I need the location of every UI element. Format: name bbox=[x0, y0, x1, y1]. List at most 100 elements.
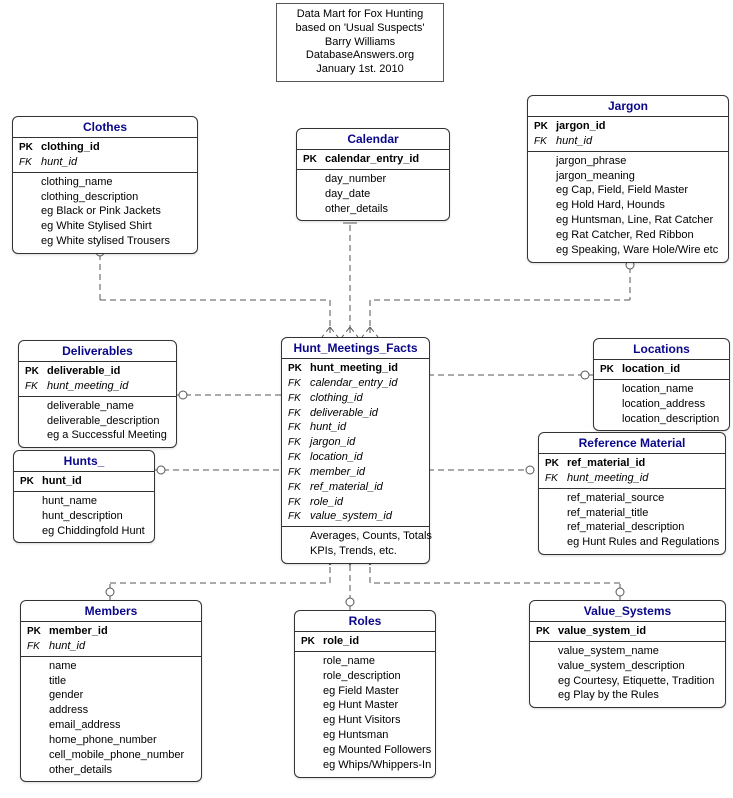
entity-body: PKcalendar_entry_idday_numberday_dateoth… bbox=[297, 150, 449, 220]
entity-body: PKlocation_id location_namelocation_addre… bbox=[594, 360, 729, 430]
field-row: eg White Stylised Shirt bbox=[13, 219, 197, 234]
field-name: eg Field Master bbox=[323, 684, 429, 699]
key-marker: FK bbox=[288, 510, 310, 524]
field-row: home_phone_number bbox=[21, 733, 201, 748]
field-name: jargon_phrase bbox=[556, 154, 722, 169]
entity-body: PKhunt_id hunt_namehunt_descriptioneg Chi… bbox=[14, 472, 154, 542]
field-row: PKhunt_meeting_id bbox=[282, 361, 429, 376]
field-row: day_date bbox=[297, 187, 449, 202]
field-row: FKref_material_id bbox=[282, 480, 429, 495]
field-row: PKhunt_id bbox=[14, 474, 154, 489]
field-name: ref_material_description bbox=[567, 520, 719, 535]
entity-refmat: Reference Material PKref_material_idFKhu… bbox=[538, 432, 726, 555]
field-row: Averages, Counts, Totals bbox=[282, 529, 429, 544]
field-row: clothing_name bbox=[13, 175, 197, 190]
field-row: FKrole_id bbox=[282, 495, 429, 510]
field-name: role_id bbox=[310, 495, 423, 510]
entity-title: Value_Systems bbox=[530, 601, 725, 622]
field-name: name bbox=[49, 659, 195, 674]
field-row: ref_material_title bbox=[539, 506, 725, 521]
field-row: jargon_phrase bbox=[528, 154, 728, 169]
field-row: eg Speaking, Ware Hole/Wire etc bbox=[528, 243, 728, 258]
field-name: address bbox=[49, 703, 195, 718]
field-row: day_number bbox=[297, 172, 449, 187]
field-name: day_date bbox=[325, 187, 443, 202]
field-name: hunt_description bbox=[42, 509, 148, 524]
field-row: eg Whips/Whippers-In bbox=[295, 758, 435, 773]
field-name: email_address bbox=[49, 718, 195, 733]
field-name: hunt_meeting_id bbox=[310, 361, 423, 376]
key-marker: PK bbox=[25, 365, 47, 379]
title-line: based on 'Usual Suspects' bbox=[285, 22, 435, 36]
key-marker: PK bbox=[20, 475, 42, 489]
entity-title: Members bbox=[21, 601, 201, 622]
field-name: eg Courtesy, Etiquette, Tradition bbox=[558, 674, 719, 689]
field-row: eg Chiddingfold Hunt bbox=[14, 524, 154, 539]
field-row: role_name bbox=[295, 654, 435, 669]
field-row: eg Field Master bbox=[295, 684, 435, 699]
key-marker: FK bbox=[19, 156, 41, 170]
field-name: calendar_entry_id bbox=[325, 152, 443, 167]
field-name: value_system_description bbox=[558, 659, 719, 674]
key-marker: PK bbox=[536, 625, 558, 639]
key-marker: FK bbox=[25, 380, 47, 394]
field-row: eg Mounted Followers bbox=[295, 743, 435, 758]
field-name: location_name bbox=[622, 382, 723, 397]
field-row: eg Courtesy, Etiquette, Tradition bbox=[530, 674, 725, 689]
field-name: deliverable_id bbox=[310, 406, 423, 421]
key-marker: PK bbox=[288, 362, 310, 376]
field-row: FKcalendar_entry_id bbox=[282, 376, 429, 391]
field-row: gender bbox=[21, 688, 201, 703]
entity-deliverables: Deliverables PKdeliverable_idFKhunt_meet… bbox=[18, 340, 177, 448]
entity-body: PKjargon_idFKhunt_idjargon_phrasejargon_… bbox=[528, 117, 728, 262]
entity-title: Calendar bbox=[297, 129, 449, 150]
field-name: eg Hold Hard, Hounds bbox=[556, 198, 722, 213]
field-row: eg Hunt Rules and Regulations bbox=[539, 535, 725, 550]
field-name: clothing_name bbox=[41, 175, 191, 190]
field-name: eg Black or Pink Jackets bbox=[41, 204, 191, 219]
field-row: FKhunt_id bbox=[21, 639, 201, 654]
entity-body: PKclothing_idFKhunt_idclothing_namecloth… bbox=[13, 138, 197, 253]
entity-body: PKdeliverable_idFKhunt_meeting_iddeliver… bbox=[19, 362, 176, 447]
key-marker: PK bbox=[19, 141, 41, 155]
field-name: value_system_name bbox=[558, 644, 719, 659]
key-marker: PK bbox=[600, 363, 622, 377]
field-row: ref_material_source bbox=[539, 491, 725, 506]
field-name: role_name bbox=[323, 654, 429, 669]
entity-title: Deliverables bbox=[19, 341, 176, 362]
field-row: FKhunt_id bbox=[282, 420, 429, 435]
field-row: eg Black or Pink Jackets bbox=[13, 204, 197, 219]
field-name: hunt_id bbox=[49, 639, 195, 654]
field-name: hunt_meeting_id bbox=[567, 471, 719, 486]
field-name: eg Play by the Rules bbox=[558, 688, 719, 703]
field-name: home_phone_number bbox=[49, 733, 195, 748]
field-row: value_system_description bbox=[530, 659, 725, 674]
field-name: eg White Stylised Shirt bbox=[41, 219, 191, 234]
field-row: PKlocation_id bbox=[594, 362, 729, 377]
title-line: Data Mart for Fox Hunting bbox=[285, 8, 435, 22]
field-name: clothing_description bbox=[41, 190, 191, 205]
field-name: eg Whips/Whippers-In bbox=[323, 758, 431, 773]
field-row: jargon_meaning bbox=[528, 169, 728, 184]
field-name: ref_material_title bbox=[567, 506, 719, 521]
field-name: hunt_name bbox=[42, 494, 148, 509]
field-row: cell_mobile_phone_number bbox=[21, 748, 201, 763]
field-row: eg Hunt Visitors bbox=[295, 713, 435, 728]
field-row: location_address bbox=[594, 397, 729, 412]
field-name: deliverable_id bbox=[47, 364, 170, 379]
field-row: FKclothing_id bbox=[282, 391, 429, 406]
field-name: ref_material_id bbox=[310, 480, 423, 495]
field-name: hunt_id bbox=[310, 420, 423, 435]
field-row: FKmember_id bbox=[282, 465, 429, 480]
key-marker: FK bbox=[534, 135, 556, 149]
field-row: eg Huntsman bbox=[295, 728, 435, 743]
field-name: eg Hunt Master bbox=[323, 698, 429, 713]
field-row: FKlocation_id bbox=[282, 450, 429, 465]
field-row: eg Hold Hard, Hounds bbox=[528, 198, 728, 213]
entity-title: Locations bbox=[594, 339, 729, 360]
field-name: ref_material_id bbox=[567, 456, 719, 471]
field-row: eg Rat Catcher, Red Ribbon bbox=[528, 228, 728, 243]
field-name: deliverable_name bbox=[47, 399, 170, 414]
field-name: eg Huntsman, Line, Rat Catcher bbox=[556, 213, 722, 228]
field-row: ref_material_description bbox=[539, 520, 725, 535]
